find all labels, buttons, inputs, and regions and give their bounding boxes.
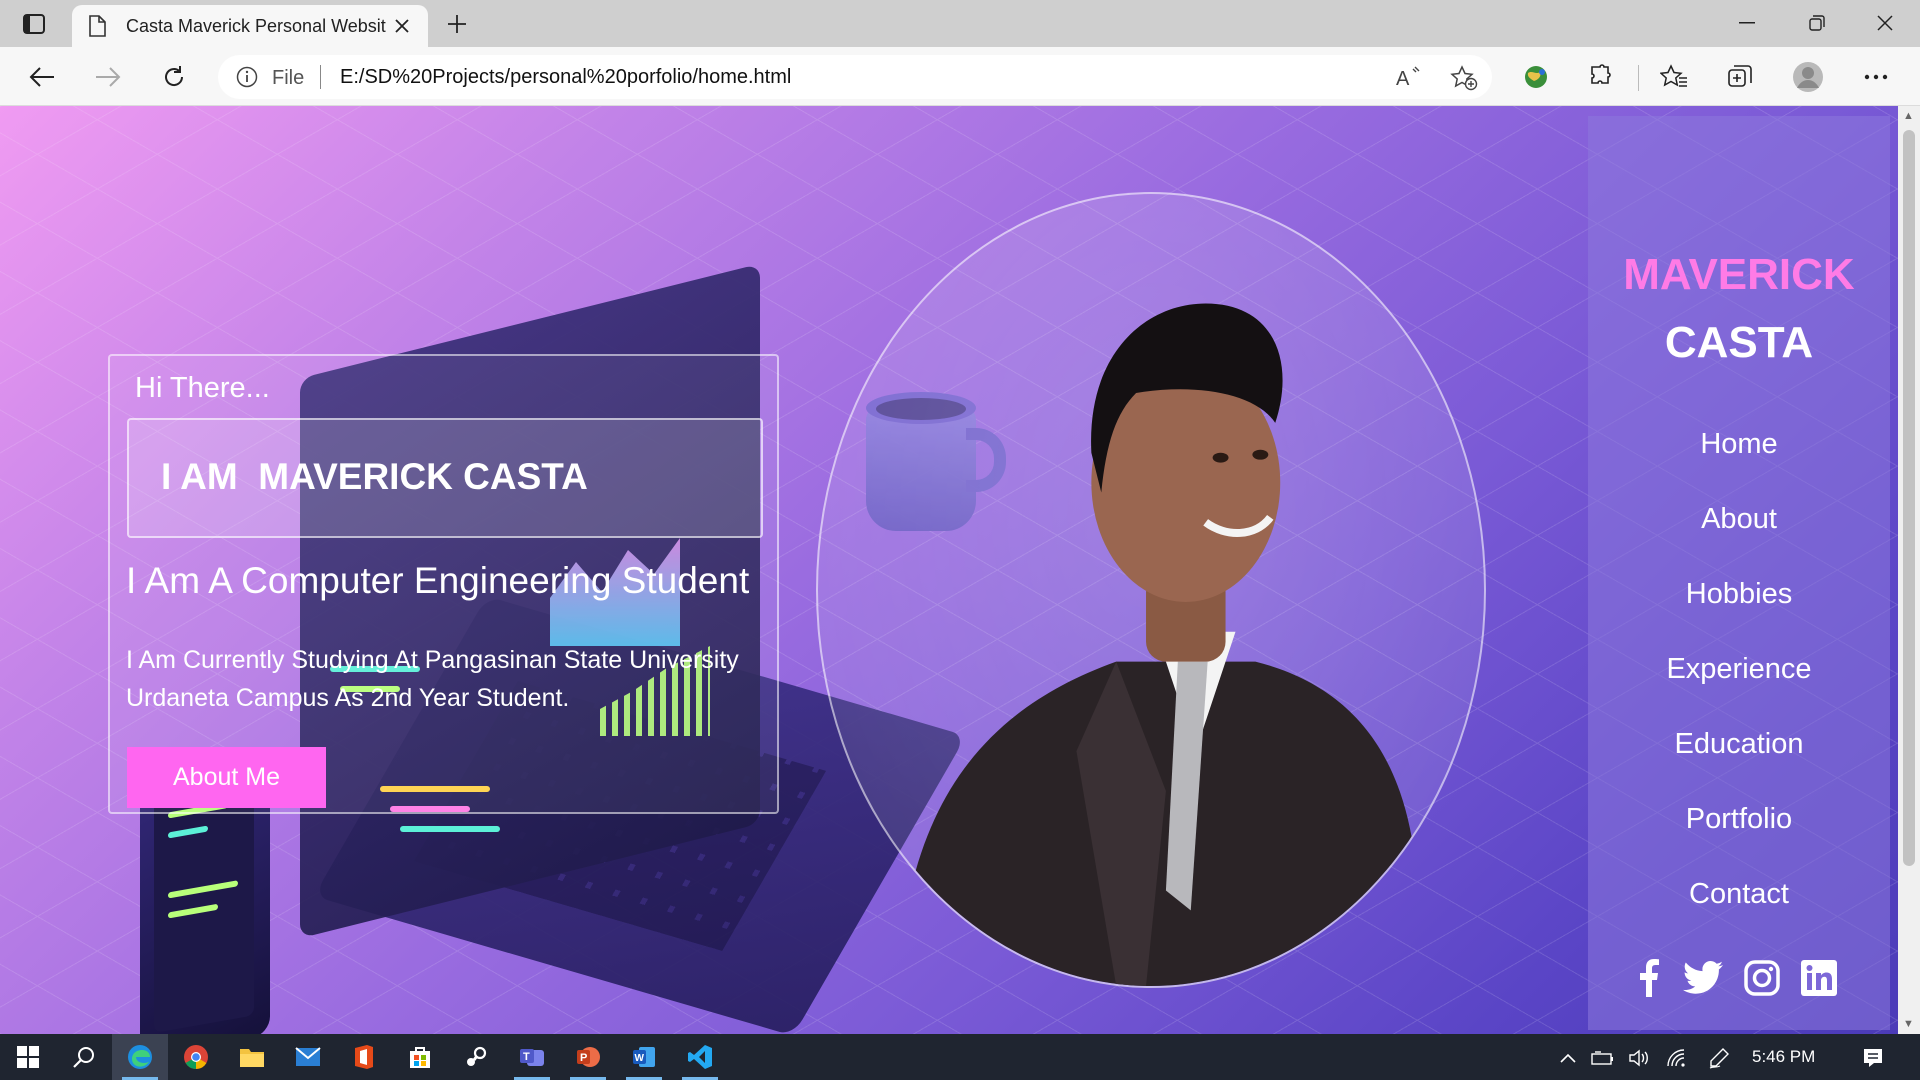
office-icon[interactable] <box>336 1034 392 1080</box>
collections-icon[interactable] <box>1724 61 1756 93</box>
back-icon[interactable] <box>24 59 60 95</box>
url-text[interactable]: E:/SD%20Projects/personal%20porfolio/hom… <box>340 66 791 89</box>
browser-tab-bar: Casta Maverick Personal Website <box>0 0 1920 47</box>
store-icon[interactable] <box>392 1034 448 1080</box>
address-divider <box>320 65 321 89</box>
nav-link-hobbies[interactable]: Hobbies <box>1588 578 1890 611</box>
nav-link-portfolio[interactable]: Portfolio <box>1588 803 1890 836</box>
sidebar-nav: MAVERICK CASTA Home About Hobbies Experi… <box>1588 116 1890 1030</box>
restore-icon[interactable] <box>1792 8 1842 38</box>
svg-text:P: P <box>580 1052 587 1064</box>
svg-text:W: W <box>635 1053 645 1064</box>
chrome-taskbar-icon[interactable] <box>168 1034 224 1080</box>
hero-name: I AM MAVERICK CASTA <box>161 456 588 497</box>
scroll-down-icon[interactable]: ▼ <box>1903 1018 1914 1030</box>
tab-title: Casta Maverick Personal Website <box>126 16 386 36</box>
brand-first-name: MAVERICK <box>1623 250 1855 299</box>
forward-icon[interactable] <box>90 59 126 95</box>
scroll-up-icon[interactable]: ▲ <box>1903 110 1914 122</box>
favorites-icon[interactable] <box>1658 61 1690 93</box>
brand-last-name: CASTA <box>1664 318 1814 367</box>
more-options-icon[interactable] <box>1860 61 1892 93</box>
notifications-icon[interactable] <box>1858 1046 1888 1070</box>
add-favorite-icon[interactable] <box>1450 65 1478 96</box>
nav-link-about[interactable]: About <box>1588 503 1890 536</box>
nav-link-contact[interactable]: Contact <box>1588 878 1890 911</box>
linkedin-icon[interactable] <box>1799 958 1839 998</box>
page-viewport: Hi There... I AM MAVERICK CASTA I Am A C… <box>0 106 1898 1034</box>
extensions-icon[interactable] <box>1584 61 1616 93</box>
browser-tab[interactable]: Casta Maverick Personal Website <box>72 5 428 47</box>
mail-icon[interactable] <box>280 1034 336 1080</box>
twitter-icon[interactable] <box>1683 958 1723 998</box>
info-icon[interactable] <box>236 66 258 93</box>
facebook-icon[interactable] <box>1628 958 1668 998</box>
volume-icon[interactable] <box>1626 1046 1652 1070</box>
word-icon[interactable]: W <box>616 1034 672 1080</box>
page-icon <box>88 15 106 42</box>
edge-taskbar-icon[interactable] <box>112 1034 168 1080</box>
close-window-icon[interactable] <box>1860 8 1910 38</box>
new-tab-icon[interactable] <box>442 10 472 38</box>
read-aloud-icon[interactable]: A <box>1396 65 1422 94</box>
hero-description: I Am Currently Studying At Pangasinan St… <box>126 646 739 712</box>
vscode-icon[interactable] <box>672 1034 728 1080</box>
scrollbar-thumb[interactable] <box>1903 130 1915 866</box>
teams-icon[interactable]: T <box>504 1034 560 1080</box>
profile-avatar-icon[interactable] <box>1792 61 1824 93</box>
start-icon[interactable] <box>0 1034 56 1080</box>
steam-icon[interactable] <box>448 1034 504 1080</box>
tab-actions-icon[interactable] <box>18 10 50 38</box>
hero-role: I Am A Computer Engineering Student <box>126 560 750 601</box>
address-scheme-label: File <box>272 67 305 89</box>
nav-link-experience[interactable]: Experience <box>1588 653 1890 686</box>
powerpoint-icon[interactable]: P <box>560 1034 616 1080</box>
pen-icon[interactable] <box>1706 1046 1732 1070</box>
browser-toolbar: File E:/SD%20Projects/personal%20porfoli… <box>0 47 1920 106</box>
person-silhouette <box>897 303 1419 986</box>
minimize-icon[interactable] <box>1722 8 1772 38</box>
wifi-icon[interactable] <box>1664 1046 1690 1070</box>
show-hidden-icons-icon[interactable] <box>1556 1046 1580 1070</box>
greeting-text: Hi There... <box>135 372 270 404</box>
battery-icon[interactable] <box>1590 1046 1616 1070</box>
profile-photo <box>816 192 1486 988</box>
windows-taskbar: T P W 5:46 PM <box>0 1034 1920 1080</box>
svg-text:A: A <box>1396 68 1410 89</box>
close-tab-icon[interactable] <box>390 14 414 38</box>
toolbar-divider <box>1638 65 1639 91</box>
nav-link-education[interactable]: Education <box>1588 728 1890 761</box>
svg-text:T: T <box>523 1051 530 1063</box>
file-explorer-icon[interactable] <box>224 1034 280 1080</box>
refresh-icon[interactable] <box>156 59 192 95</box>
taskbar-clock[interactable]: 5:46 PM <box>1752 1047 1815 1067</box>
code-line-decoration <box>400 826 500 832</box>
search-icon[interactable] <box>56 1034 112 1080</box>
instagram-icon[interactable] <box>1742 958 1782 998</box>
page-scrollbar[interactable]: ▲ ▼ <box>1898 106 1920 1034</box>
address-bar[interactable]: File E:/SD%20Projects/personal%20porfoli… <box>218 55 1492 99</box>
nav-link-home[interactable]: Home <box>1588 428 1890 461</box>
about-me-button[interactable]: About Me <box>127 747 326 808</box>
hero-card: Hi There... I AM MAVERICK CASTA I Am A C… <box>108 354 779 814</box>
extension-globe-icon[interactable] <box>1520 61 1552 93</box>
name-box: I AM MAVERICK CASTA <box>127 418 763 538</box>
